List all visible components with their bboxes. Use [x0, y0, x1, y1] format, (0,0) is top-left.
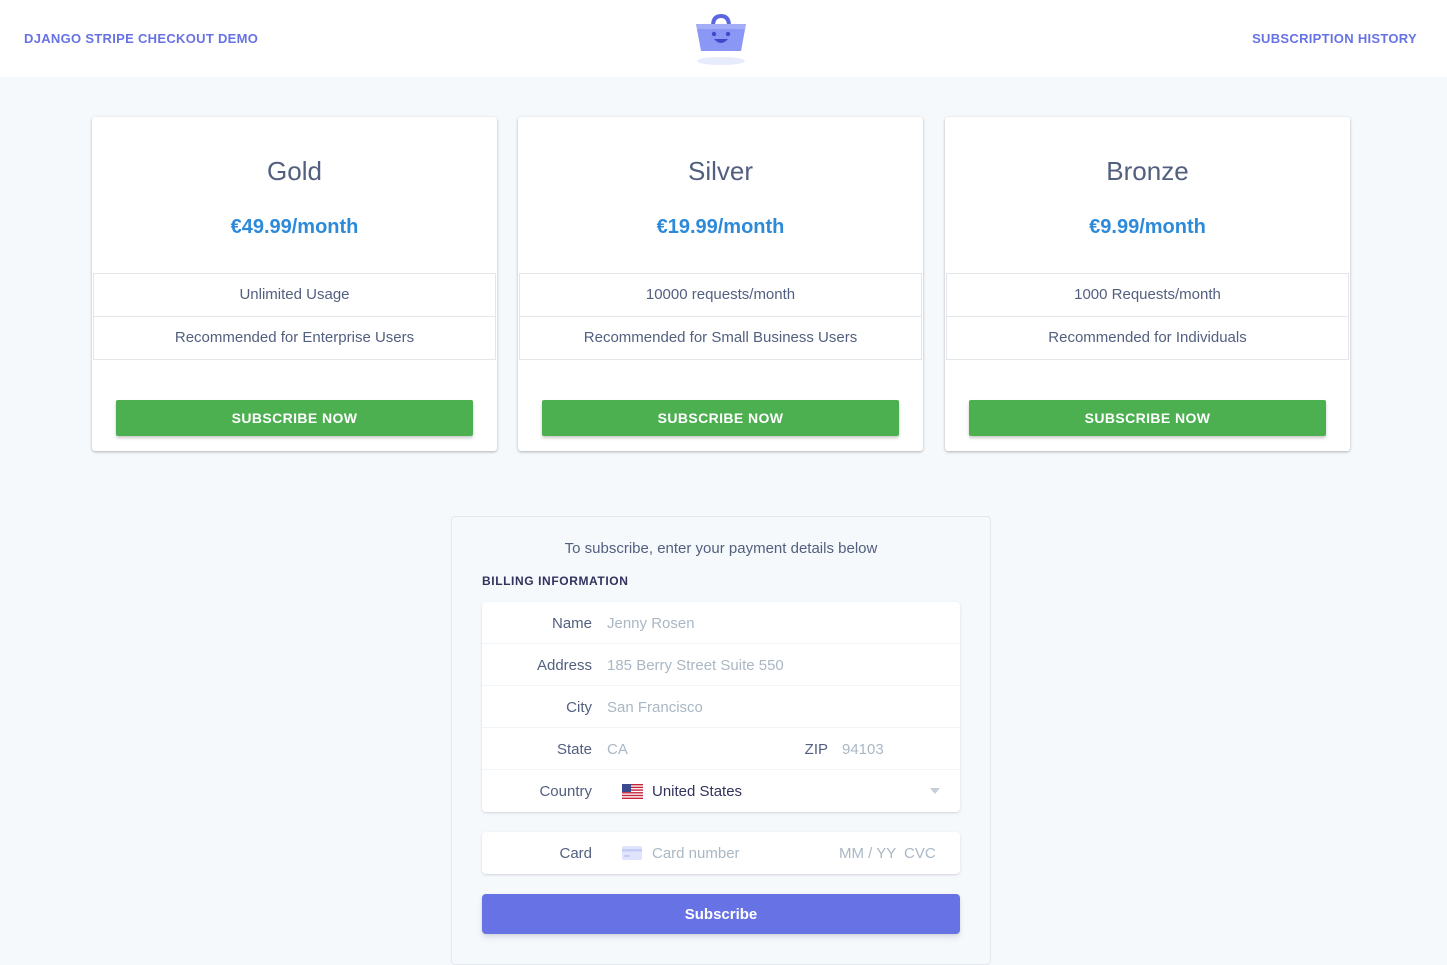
top-navbar: DJANGO STRIPE CHECKOUT DEMO SUBSCRIPTION…: [0, 0, 1447, 77]
plan-feature: Unlimited Usage: [93, 273, 496, 317]
payment-form: To subscribe, enter your payment details…: [451, 516, 991, 965]
card-cvc-input[interactable]: CVC: [904, 845, 936, 862]
plan-price: €19.99/month: [656, 216, 785, 238]
plan-card-bronze: Bronze €9.99/month 1000 Requests/month R…: [945, 117, 1350, 451]
plan-name: Bronze: [1106, 156, 1189, 186]
plan-feature: Recommended for Enterprise Users: [93, 316, 496, 360]
plan-price: €49.99/month: [230, 216, 359, 238]
us-flag-icon: [622, 784, 643, 799]
state-label: State: [556, 741, 592, 758]
state-zip-row: State ZIP: [482, 728, 960, 770]
plan-price: €9.99/month: [1089, 216, 1206, 238]
billing-fieldset: Name Address City State ZIP Country: [482, 602, 960, 812]
address-label: Address: [536, 657, 592, 674]
plan-name: Gold: [267, 156, 322, 186]
subscribe-now-button-gold[interactable]: SUBSCRIBE NOW: [116, 400, 473, 436]
city-row: City: [482, 686, 960, 728]
billing-section-title: BILLING INFORMATION: [482, 574, 629, 588]
subscribe-now-button-bronze[interactable]: SUBSCRIBE NOW: [969, 400, 1326, 436]
address-row: Address: [482, 644, 960, 686]
card-fieldset: Card Card number MM / YY CVC: [482, 832, 960, 874]
subscribe-button[interactable]: Subscribe: [482, 894, 960, 934]
plan-feature: 10000 requests/month: [519, 273, 922, 317]
card-label: Card: [559, 845, 592, 862]
country-value: United States: [652, 783, 743, 800]
name-label: Name: [551, 615, 592, 632]
payment-intro-text: To subscribe, enter your payment details…: [564, 540, 878, 557]
credit-card-icon: [622, 846, 642, 860]
zip-label: ZIP: [804, 741, 828, 758]
brand-link[interactable]: DJANGO STRIPE CHECKOUT DEMO: [24, 31, 258, 46]
city-input[interactable]: [607, 694, 947, 720]
country-select[interactable]: Country United States: [482, 770, 960, 812]
city-label: City: [566, 699, 592, 716]
subscription-history-link[interactable]: SUBSCRIPTION HISTORY: [1252, 31, 1417, 46]
shopping-basket-icon: [691, 8, 751, 68]
plan-card-silver: Silver €19.99/month 10000 requests/month…: [518, 117, 923, 451]
plan-feature: Recommended for Small Business Users: [519, 316, 922, 360]
plan-name: Silver: [687, 156, 753, 186]
plan-feature: 1000 Requests/month: [946, 273, 1349, 317]
state-input[interactable]: [607, 736, 787, 762]
plan-card-gold: Gold €49.99/month Unlimited Usage Recomm…: [92, 117, 497, 451]
zip-input[interactable]: [842, 736, 947, 762]
card-number-input[interactable]: Card number: [652, 845, 740, 862]
card-expiry-input[interactable]: MM / YY: [839, 845, 896, 862]
name-input[interactable]: [607, 610, 947, 636]
address-input[interactable]: [607, 652, 947, 678]
country-label: Country: [539, 783, 592, 800]
chevron-down-icon: [930, 788, 940, 794]
subscribe-now-button-silver[interactable]: SUBSCRIBE NOW: [542, 400, 899, 436]
plan-feature: Recommended for Individuals: [946, 316, 1349, 360]
name-row: Name: [482, 602, 960, 644]
